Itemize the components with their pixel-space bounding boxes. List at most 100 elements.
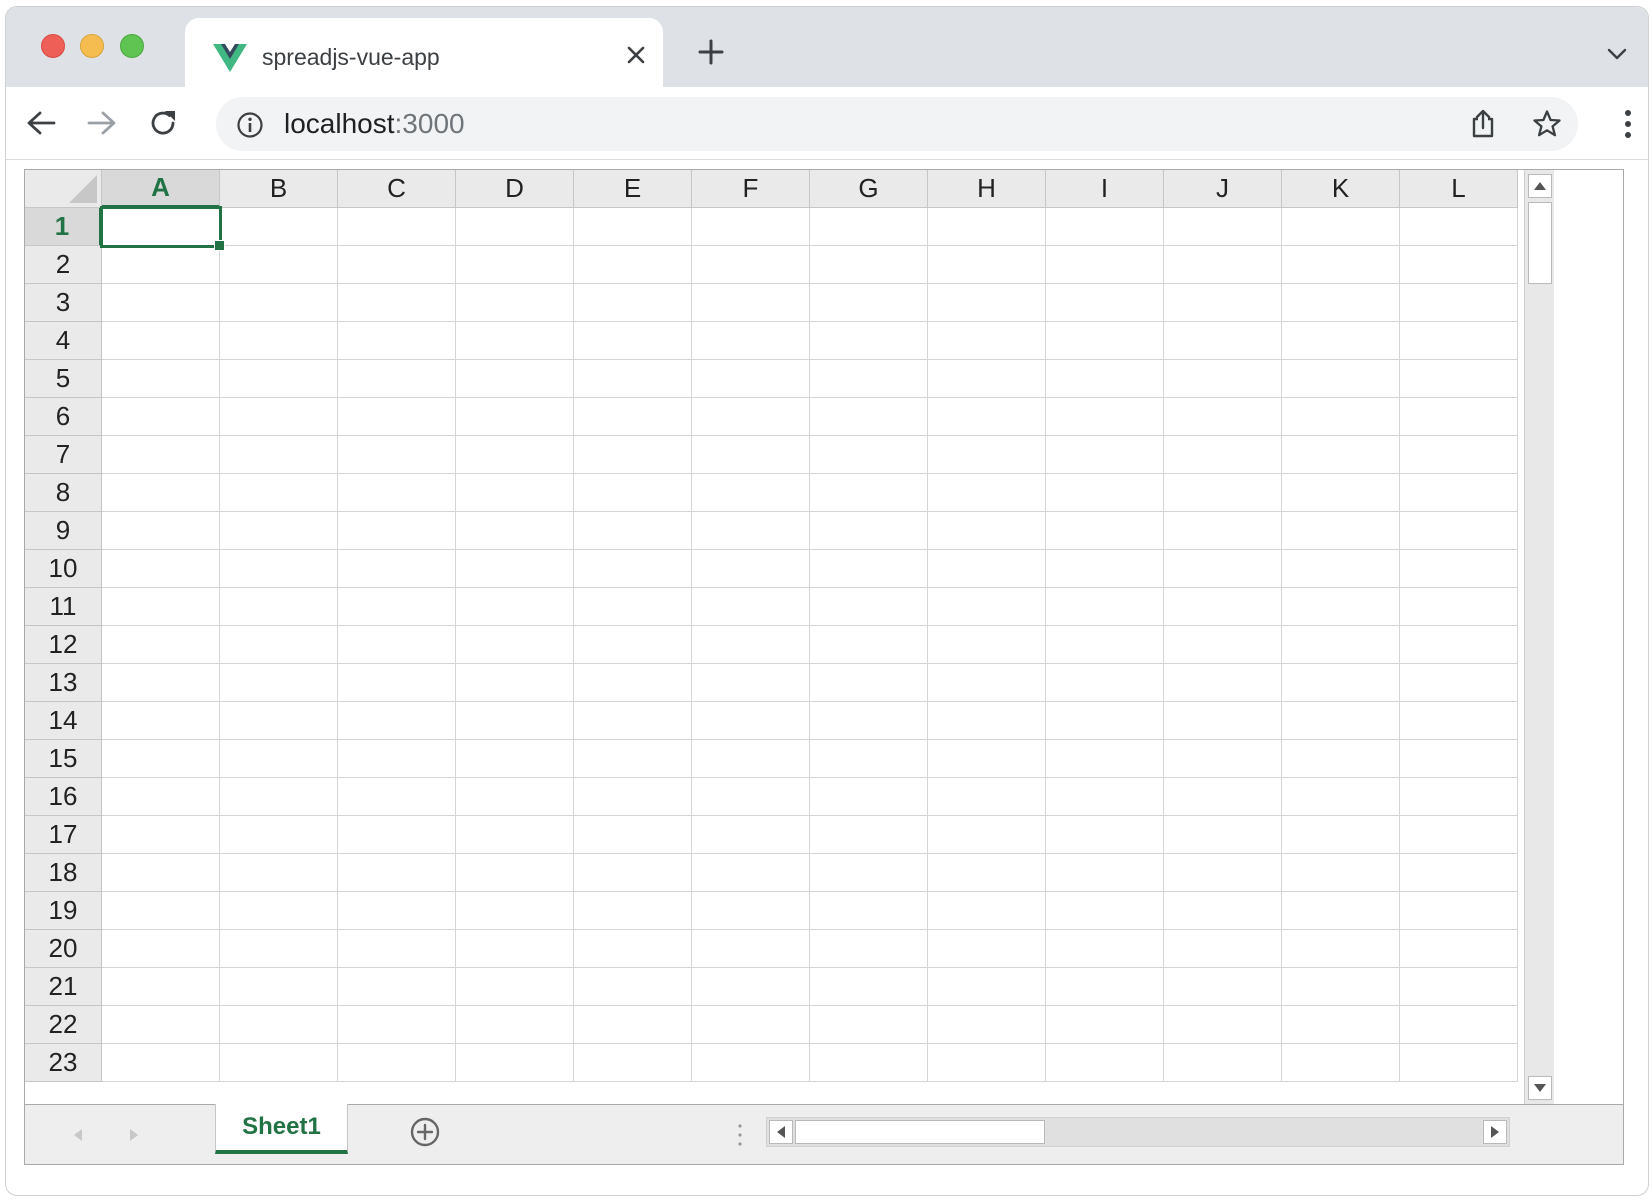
cell-d3[interactable] (456, 284, 574, 322)
share-icon[interactable] (1468, 109, 1498, 139)
cell-l21[interactable] (1400, 968, 1518, 1006)
cell-l20[interactable] (1400, 930, 1518, 968)
cell-f17[interactable] (692, 816, 810, 854)
cell-k23[interactable] (1282, 1044, 1400, 1082)
cell-e16[interactable] (574, 778, 692, 816)
cell-b22[interactable] (220, 1006, 338, 1044)
cell-d16[interactable] (456, 778, 574, 816)
cell-a19[interactable] (102, 892, 220, 930)
cell-g23[interactable] (810, 1044, 928, 1082)
cell-c2[interactable] (338, 246, 456, 284)
cell-i10[interactable] (1046, 550, 1164, 588)
cell-h7[interactable] (928, 436, 1046, 474)
scroll-up-button[interactable] (1528, 174, 1552, 198)
cell-j3[interactable] (1164, 284, 1282, 322)
cell-e10[interactable] (574, 550, 692, 588)
cell-a3[interactable] (102, 284, 220, 322)
cell-d15[interactable] (456, 740, 574, 778)
cell-l14[interactable] (1400, 702, 1518, 740)
cell-l15[interactable] (1400, 740, 1518, 778)
cell-c7[interactable] (338, 436, 456, 474)
cell-c22[interactable] (338, 1006, 456, 1044)
cell-i4[interactable] (1046, 322, 1164, 360)
cell-g14[interactable] (810, 702, 928, 740)
cell-c18[interactable] (338, 854, 456, 892)
cell-d1[interactable] (456, 208, 574, 246)
zoom-window-button[interactable] (120, 34, 144, 58)
cell-d23[interactable] (456, 1044, 574, 1082)
cell-e8[interactable] (574, 474, 692, 512)
cell-j23[interactable] (1164, 1044, 1282, 1082)
cell-g1[interactable] (810, 208, 928, 246)
cell-h19[interactable] (928, 892, 1046, 930)
cell-e2[interactable] (574, 246, 692, 284)
cell-h14[interactable] (928, 702, 1046, 740)
cell-k1[interactable] (1282, 208, 1400, 246)
cell-f12[interactable] (692, 626, 810, 664)
cell-k12[interactable] (1282, 626, 1400, 664)
column-header-g[interactable]: G (810, 170, 928, 208)
cell-a6[interactable] (102, 398, 220, 436)
cell-a7[interactable] (102, 436, 220, 474)
cell-i3[interactable] (1046, 284, 1164, 322)
cell-f18[interactable] (692, 854, 810, 892)
cell-d2[interactable] (456, 246, 574, 284)
cell-l17[interactable] (1400, 816, 1518, 854)
cell-g20[interactable] (810, 930, 928, 968)
cell-b20[interactable] (220, 930, 338, 968)
minimize-window-button[interactable] (80, 34, 104, 58)
cell-e1[interactable] (574, 208, 692, 246)
cell-f6[interactable] (692, 398, 810, 436)
cell-c17[interactable] (338, 816, 456, 854)
cell-e9[interactable] (574, 512, 692, 550)
cell-k20[interactable] (1282, 930, 1400, 968)
cell-k3[interactable] (1282, 284, 1400, 322)
cell-j9[interactable] (1164, 512, 1282, 550)
cell-e3[interactable] (574, 284, 692, 322)
row-header-6[interactable]: 6 (25, 398, 102, 436)
cell-i22[interactable] (1046, 1006, 1164, 1044)
cell-j8[interactable] (1164, 474, 1282, 512)
cell-c3[interactable] (338, 284, 456, 322)
cell-b11[interactable] (220, 588, 338, 626)
cell-b13[interactable] (220, 664, 338, 702)
cell-b14[interactable] (220, 702, 338, 740)
cell-c15[interactable] (338, 740, 456, 778)
cell-f21[interactable] (692, 968, 810, 1006)
cell-h22[interactable] (928, 1006, 1046, 1044)
cell-b8[interactable] (220, 474, 338, 512)
cell-j7[interactable] (1164, 436, 1282, 474)
cell-j16[interactable] (1164, 778, 1282, 816)
cell-e20[interactable] (574, 930, 692, 968)
cell-h6[interactable] (928, 398, 1046, 436)
row-header-14[interactable]: 14 (25, 702, 102, 740)
cell-c20[interactable] (338, 930, 456, 968)
cell-a10[interactable] (102, 550, 220, 588)
splitter-grip-icon[interactable] (737, 1123, 743, 1147)
cell-c10[interactable] (338, 550, 456, 588)
cell-i21[interactable] (1046, 968, 1164, 1006)
cell-j10[interactable] (1164, 550, 1282, 588)
row-header-15[interactable]: 15 (25, 740, 102, 778)
cell-e6[interactable] (574, 398, 692, 436)
cell-k17[interactable] (1282, 816, 1400, 854)
cell-b3[interactable] (220, 284, 338, 322)
cell-e17[interactable] (574, 816, 692, 854)
cell-k18[interactable] (1282, 854, 1400, 892)
row-header-11[interactable]: 11 (25, 588, 102, 626)
cell-l4[interactable] (1400, 322, 1518, 360)
back-button[interactable] (22, 104, 60, 142)
cell-k7[interactable] (1282, 436, 1400, 474)
cell-b6[interactable] (220, 398, 338, 436)
cell-h1[interactable] (928, 208, 1046, 246)
cell-c12[interactable] (338, 626, 456, 664)
cell-g12[interactable] (810, 626, 928, 664)
cell-f13[interactable] (692, 664, 810, 702)
cell-f11[interactable] (692, 588, 810, 626)
cell-i15[interactable] (1046, 740, 1164, 778)
sheet-tab-sheet1[interactable]: Sheet1 (215, 1104, 348, 1154)
cell-i9[interactable] (1046, 512, 1164, 550)
cell-h18[interactable] (928, 854, 1046, 892)
cell-e18[interactable] (574, 854, 692, 892)
cell-g21[interactable] (810, 968, 928, 1006)
